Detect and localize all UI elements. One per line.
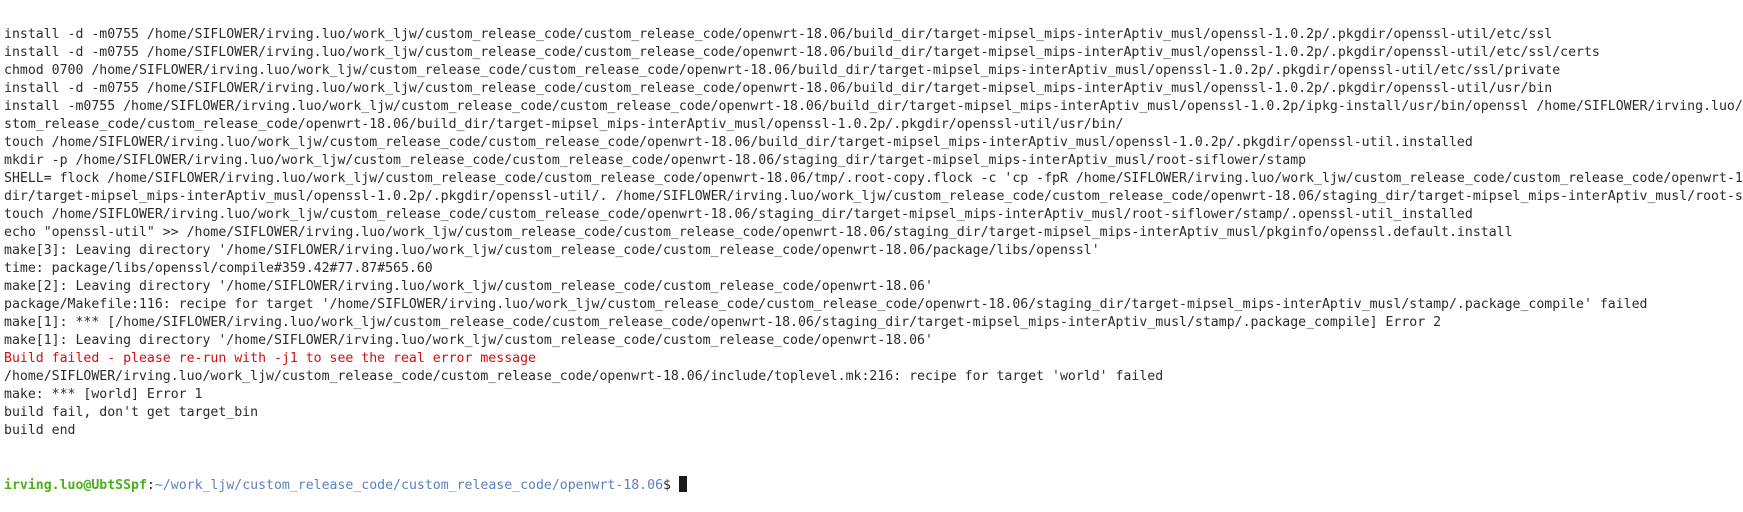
- terminal-line: time: package/libs/openssl/compile#359.4…: [4, 261, 433, 276]
- terminal-line: install -m0755 /home/SIFLOWER/irving.luo…: [4, 99, 1743, 114]
- terminal-line: echo "openssl-util" >> /home/SIFLOWER/ir…: [4, 225, 1513, 240]
- terminal-lines: install -d -m0755 /home/SIFLOWER/irving.…: [4, 26, 1743, 440]
- text-cursor[interactable]: [678, 476, 687, 492]
- prompt-symbol: $: [663, 478, 679, 493]
- terminal-line: dir/target-mipsel_mips-interAptiv_musl/o…: [4, 189, 1743, 204]
- terminal-line: build fail, don't get target_bin: [4, 405, 259, 420]
- terminal-line: install -d -m0755 /home/SIFLOWER/irving.…: [4, 45, 1600, 60]
- terminal-line: install -d -m0755 /home/SIFLOWER/irving.…: [4, 27, 1553, 42]
- terminal-output[interactable]: install -d -m0755 /home/SIFLOWER/irving.…: [4, 0, 1743, 512]
- terminal-line: install -d -m0755 /home/SIFLOWER/irving.…: [4, 81, 1553, 96]
- shell-prompt[interactable]: irving.luo@UbtSSpf:~/work_ljw/custom_rel…: [4, 476, 1743, 494]
- terminal-line: touch /home/SIFLOWER/irving.luo/work_ljw…: [4, 207, 1473, 222]
- terminal-line: make[3]: Leaving directory '/home/SIFLOW…: [4, 243, 1100, 258]
- terminal-line: make: *** [world] Error 1: [4, 387, 203, 402]
- terminal-line: /home/SIFLOWER/irving.luo/work_ljw/custo…: [4, 369, 1164, 384]
- terminal-line: build end: [4, 423, 76, 438]
- terminal-line: mkdir -p /home/SIFLOWER/irving.luo/work_…: [4, 153, 1307, 168]
- terminal-error-line: Build failed - please re-run with -j1 to…: [4, 351, 536, 366]
- terminal-line: make[2]: Leaving directory '/home/SIFLOW…: [4, 279, 933, 294]
- prompt-separator: :: [146, 478, 155, 493]
- prompt-user-host: irving.luo@UbtSSpf: [4, 478, 147, 493]
- prompt-path: ~/work_ljw/custom_release_code/custom_re…: [154, 478, 664, 493]
- terminal-line: chmod 0700 /home/SIFLOWER/irving.luo/wor…: [4, 63, 1561, 78]
- terminal-line: make[1]: *** [/home/SIFLOWER/irving.luo/…: [4, 315, 1442, 330]
- terminal-line: make[1]: Leaving directory '/home/SIFLOW…: [4, 333, 933, 348]
- terminal-line: stom_release_code/custom_release_code/op…: [4, 117, 1124, 132]
- terminal-line: package/Makefile:116: recipe for target …: [4, 297, 1648, 312]
- terminal-line: touch /home/SIFLOWER/irving.luo/work_ljw…: [4, 135, 1473, 150]
- terminal-line: SHELL= flock /home/SIFLOWER/irving.luo/w…: [4, 171, 1743, 186]
